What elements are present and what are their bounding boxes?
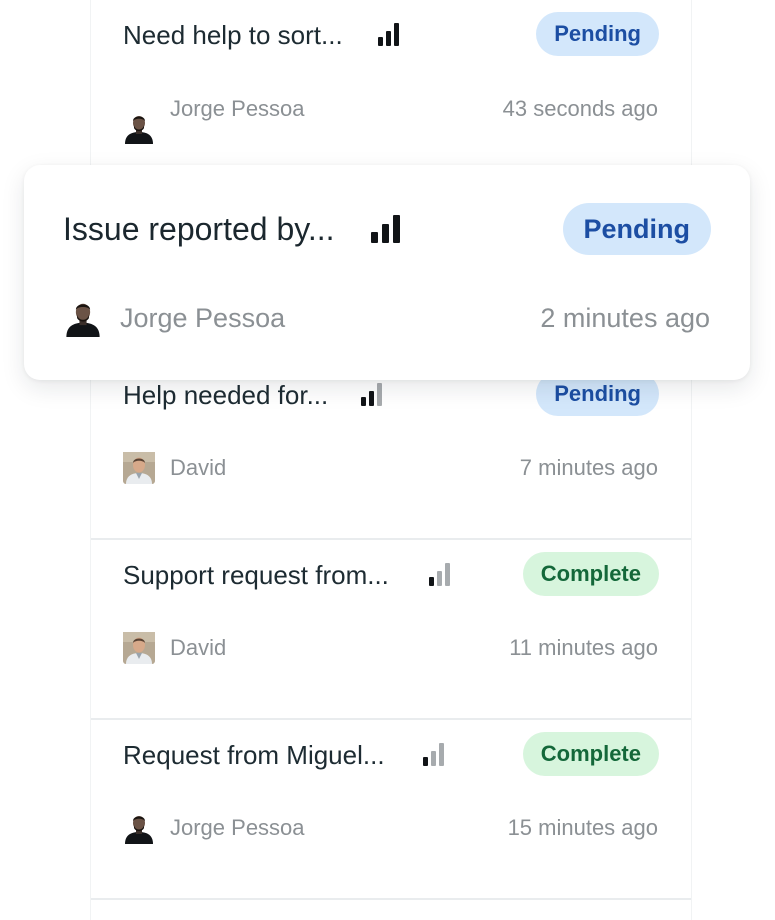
- ticket-list: Need help to sort... Pending Jorge Pesso…: [90, 0, 692, 920]
- timestamp: 15 minutes ago: [507, 815, 658, 840]
- ticket-row[interactable]: Help needed for... Pending David 7 minut…: [91, 360, 691, 538]
- timestamp: 43 seconds ago: [502, 96, 658, 121]
- signal-bar: [386, 31, 391, 46]
- ticket-row[interactable]: Request from Miguel... Complete Jorge Pe…: [91, 720, 691, 898]
- timestamp: 7 minutes ago: [519, 455, 658, 480]
- avatar: [123, 452, 155, 484]
- signal-bar: [377, 383, 382, 406]
- ticket-title: Request from Miguel...: [123, 740, 385, 770]
- ticket-title: Support request from...: [123, 560, 389, 590]
- assignee-name: Jorge Pessoa: [120, 303, 286, 333]
- avatar: [123, 112, 155, 144]
- signal-bars-icon: [361, 383, 382, 406]
- signal-bar: [431, 751, 436, 766]
- ticket-title: Issue reported by...: [63, 211, 335, 247]
- signal-bar: [378, 37, 383, 46]
- ticket-row[interactable]: Support request from... Complete David 1…: [91, 540, 691, 718]
- status-badge: Complete: [522, 732, 659, 776]
- ticket-title: Help needed for...: [123, 380, 329, 410]
- status-badge: Pending: [536, 12, 659, 56]
- signal-bars-icon: [371, 215, 400, 243]
- assignee-name: David: [170, 635, 227, 660]
- timestamp: 11 minutes ago: [509, 635, 658, 660]
- signal-bar: [361, 397, 366, 406]
- divider: [91, 898, 691, 900]
- avatar: [64, 299, 102, 337]
- avatar: [123, 812, 155, 844]
- signal-bar: [439, 743, 444, 766]
- signal-bar: [445, 563, 450, 586]
- signal-bar: [371, 232, 378, 243]
- assignee-name: Jorge Pessoa: [170, 815, 305, 840]
- signal-bars-icon: [423, 743, 444, 766]
- avatar: [123, 632, 155, 664]
- signal-bar: [393, 215, 400, 243]
- ticket-title: Need help to sort...: [123, 20, 343, 50]
- timestamp: 2 minutes ago: [540, 303, 710, 333]
- signal-bar: [369, 391, 374, 406]
- signal-bar: [394, 23, 399, 46]
- signal-bar: [437, 571, 442, 586]
- signal-bar: [382, 224, 389, 243]
- signal-bars-icon: [429, 563, 450, 586]
- assignee-name: David: [170, 455, 227, 480]
- assignee-name: Jorge Pessoa: [170, 96, 305, 121]
- signal-bars-icon: [378, 23, 399, 46]
- ticket-card-highlighted[interactable]: Issue reported by... Pending Jorge Pesso…: [24, 165, 750, 380]
- status-badge: Pending: [562, 203, 711, 255]
- signal-bar: [429, 577, 434, 586]
- status-badge: Complete: [522, 552, 659, 596]
- signal-bar: [423, 757, 428, 766]
- ticket-row[interactable]: Need help to sort... Pending Jorge Pesso…: [91, 0, 691, 180]
